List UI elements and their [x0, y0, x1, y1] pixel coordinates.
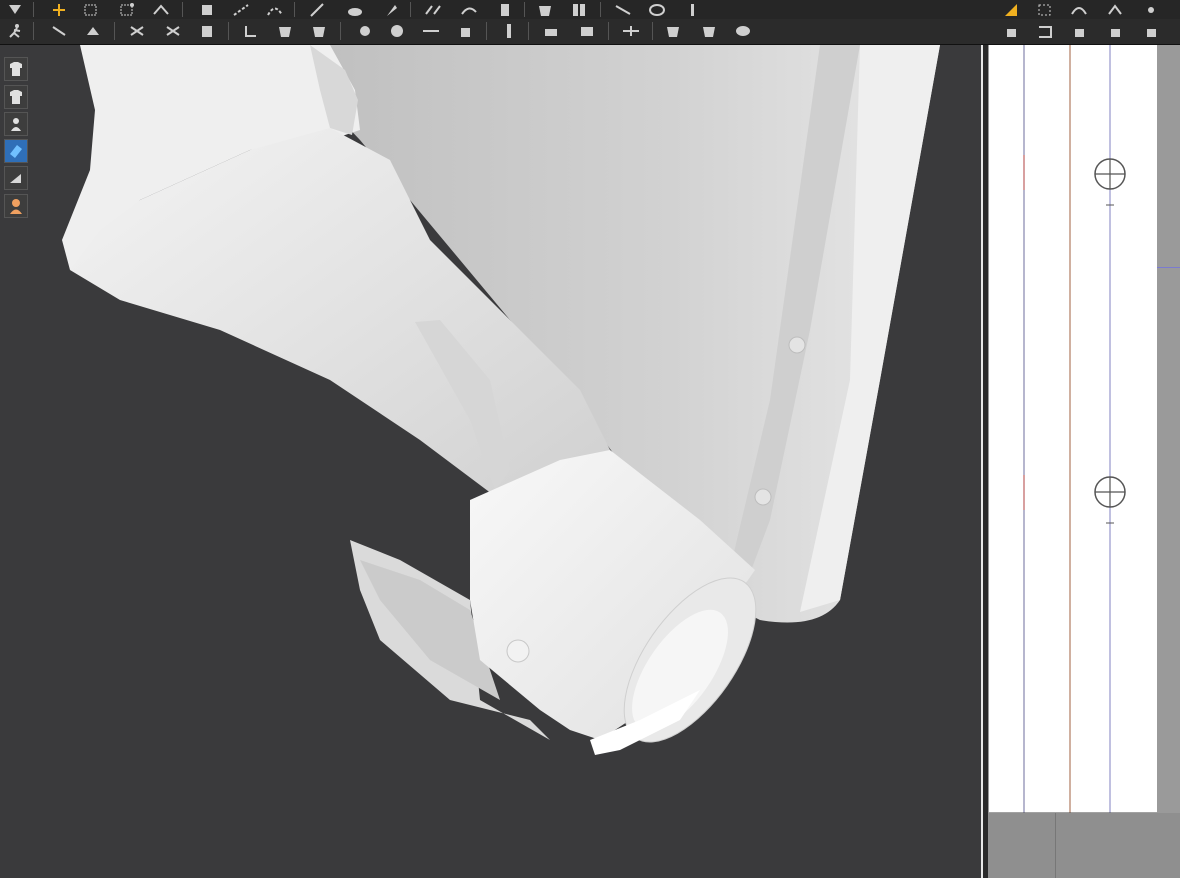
pin-tool-icon[interactable] [48, 22, 70, 40]
pattern-select-icon[interactable] [1000, 1, 1022, 19]
fold-arrange-icon[interactable] [82, 22, 104, 40]
pattern-piece[interactable] [989, 45, 1158, 813]
2d-pattern-window[interactable] [988, 45, 1180, 878]
avatar-skin-icon[interactable] [4, 194, 28, 218]
sew-icon[interactable] [422, 1, 444, 19]
main-toolbar-row-1 [0, 0, 1180, 19]
animation-icon[interactable] [4, 22, 26, 40]
line-icon[interactable] [420, 22, 442, 40]
toolbar-separator [652, 22, 653, 40]
fabric-render-icon[interactable] [4, 139, 28, 163]
shirt-icon[interactable] [274, 22, 296, 40]
lock-icon[interactable] [454, 22, 476, 40]
transform-box-icon[interactable] [80, 1, 102, 19]
puckering-shirt-icon[interactable] [308, 22, 330, 40]
pattern-fold-icon[interactable] [1104, 22, 1126, 40]
pattern-canvas-area[interactable] [988, 813, 1180, 878]
toolbar-separator [33, 2, 34, 17]
pin-icon[interactable] [380, 1, 402, 19]
3d-viewport[interactable] [0, 45, 982, 878]
pattern-transform-icon[interactable] [1034, 1, 1056, 19]
texture-icon[interactable] [126, 22, 148, 40]
toolbar-separator [294, 2, 295, 17]
tack-icon[interactable] [682, 1, 704, 19]
graphic-icon[interactable] [162, 22, 184, 40]
button-marker[interactable] [1093, 157, 1127, 207]
puckering-icon[interactable] [196, 22, 218, 40]
avatar-icon[interactable] [534, 1, 556, 19]
pen-icon[interactable] [306, 1, 328, 19]
sync-icon[interactable] [620, 22, 642, 40]
buttonhole-icon[interactable] [386, 22, 408, 40]
pattern-sew-icon[interactable] [1000, 22, 1022, 40]
zip-slider-icon[interactable] [498, 22, 520, 40]
hanger-icon[interactable] [732, 22, 754, 40]
brush-icon[interactable] [344, 1, 366, 19]
pattern-point-icon[interactable] [1140, 1, 1162, 19]
transform-points-icon[interactable] [116, 1, 138, 19]
pattern-internal-icon[interactable] [1034, 22, 1056, 40]
shirt-right-icon[interactable] [698, 22, 720, 40]
curve-icon[interactable] [264, 1, 286, 19]
segment-icon[interactable] [230, 1, 252, 19]
pattern-background [1157, 45, 1180, 813]
flat-sew-icon[interactable] [540, 22, 562, 40]
toolbar-separator [114, 22, 115, 40]
toolbar-separator [228, 22, 229, 40]
grid-line [1157, 267, 1180, 268]
pattern-curve-icon[interactable] [1068, 1, 1090, 19]
toolbar-separator [182, 2, 183, 17]
shirt-left-icon[interactable] [662, 22, 684, 40]
pattern-notch-icon[interactable] [1068, 22, 1090, 40]
button-marker[interactable] [1093, 475, 1127, 525]
edit-curve-icon[interactable] [150, 1, 172, 19]
fold-icon[interactable] [458, 1, 480, 19]
layer-icon[interactable] [612, 1, 634, 19]
garment-icon[interactable] [568, 1, 590, 19]
toolbar-separator [340, 22, 341, 40]
show-garment-solid-icon[interactable] [4, 85, 28, 109]
pattern-pen-icon[interactable] [1104, 1, 1126, 19]
show-garment-icon[interactable] [4, 57, 28, 81]
measure-icon[interactable] [646, 1, 668, 19]
toolbar-separator [608, 22, 609, 40]
main-toolbar-row-2 [0, 19, 1180, 45]
move-icon[interactable] [48, 1, 70, 19]
strengthen-icon[interactable] [576, 22, 598, 40]
toolbar-separator [528, 22, 529, 40]
toolbar-separator [524, 2, 525, 17]
show-avatar-icon[interactable] [4, 112, 28, 136]
zip-icon[interactable] [494, 1, 516, 19]
add-point-icon[interactable] [196, 1, 218, 19]
toolbar-separator [33, 22, 34, 40]
pattern-arrange-icon[interactable] [1140, 22, 1162, 40]
garment-3d-render[interactable] [0, 45, 982, 878]
toolbar-separator [410, 2, 411, 17]
zipper-icon[interactable] [240, 22, 262, 40]
button-icon[interactable] [352, 22, 374, 40]
toolbar-separator [486, 22, 487, 40]
toolbar-separator [600, 2, 601, 17]
select-icon[interactable] [4, 1, 26, 19]
texture-mode-icon[interactable] [4, 166, 28, 190]
grid-line [1055, 813, 1056, 878]
